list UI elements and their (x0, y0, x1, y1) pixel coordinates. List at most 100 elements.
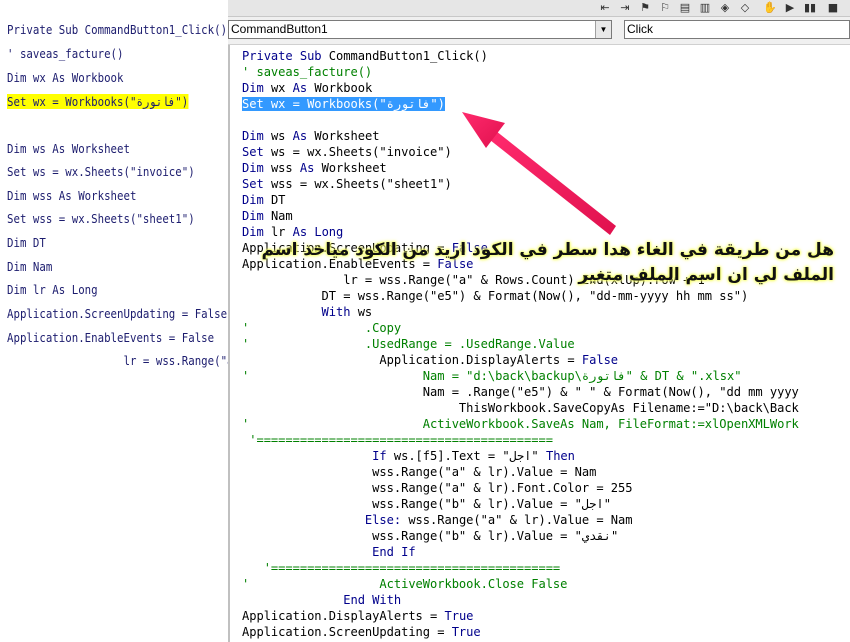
code-text: Worksheet (321, 161, 387, 175)
code-line[interactable]: Nam = .Range("e5") & " " & Format(Now(),… (242, 384, 799, 400)
code-comment: ' .UsedRange = .UsedRange.Value (242, 337, 575, 351)
code-keyword: True (444, 609, 474, 623)
code-editor[interactable]: Private Sub CommandButton1_Click() ' save… (228, 45, 850, 642)
code-line[interactable]: ' Nam = "d:\back\backup\فاتورة" & DT & "… (242, 368, 742, 384)
code-line[interactable]: Dim DT (242, 192, 285, 208)
code-line[interactable]: ' .UsedRange = .UsedRange.Value (242, 336, 575, 352)
code-line[interactable]: End If (242, 544, 416, 560)
code-keyword: As (292, 81, 315, 95)
code-keyword: Dim (242, 209, 271, 223)
code-keyword: End If (242, 545, 416, 559)
code-keyword: End With (242, 593, 402, 607)
left-snippet-line: Private Sub CommandButton1_Click() (7, 22, 228, 37)
code-line[interactable]: If ws.[f5].Text = "اجل" Then (242, 448, 575, 464)
code-text: CommandButton1_Click() (328, 49, 488, 63)
code-line[interactable]: With ws (242, 304, 373, 320)
code-keyword: If (242, 449, 394, 463)
code-keyword: As (292, 129, 315, 143)
code-text: wx (270, 81, 293, 95)
code-line[interactable]: wss.Range("b" & lr).Value = "اجل" (242, 496, 611, 512)
code-line[interactable]: DT = wss.Range("e5") & Format(Now(), "dd… (242, 288, 749, 304)
code-line[interactable]: Application.DisplayAlerts = True (242, 608, 473, 624)
hand-icon[interactable]: ✋ (763, 1, 777, 15)
code-line[interactable]: '=======================================… (242, 432, 553, 448)
next-bookmark-icon[interactable]: ⚐ (658, 1, 672, 15)
left-snippet-line: Dim DT (7, 235, 46, 250)
code-line[interactable]: Set wx = Workbooks("فاتورة") (242, 96, 445, 112)
reset-icon[interactable]: ■ (826, 1, 840, 15)
code-keyword: Dim (242, 161, 271, 175)
code-line[interactable]: ' ActiveWorkbook.SaveAs Nam, FileFormat:… (242, 416, 799, 432)
left-snippet-line: Dim ws As Worksheet (7, 141, 130, 156)
code-text: wss.Range("a" & lr).Font.Color = 255 (242, 481, 633, 495)
code-text: ThisWorkbook.SaveCopyAs Filename:="D:\ba… (242, 401, 799, 415)
code-text: wss.Range("b" & lr).Value = "اجل" (242, 497, 611, 511)
code-text: ws.[f5].Text = "اجل" (393, 449, 546, 463)
left-code-snippet-pane: Private Sub CommandButton1_Click() ' save… (0, 0, 228, 642)
code-text: lr (270, 225, 293, 239)
left-snippet-line: Application.ScreenUpdating = False (7, 306, 228, 321)
code-keyword: Dim (242, 81, 271, 95)
question-overlay-text: هل من طريقة في الغاء هدا سطر في الكود ار… (261, 240, 834, 285)
code-text: wss.Range("a" & lr).Value = Nam (408, 513, 633, 527)
left-snippet-line: Application.EnableEvents = False (7, 330, 215, 345)
run-icon[interactable]: ▶ (783, 1, 797, 15)
code-keyword: Dim (242, 193, 271, 207)
code-line[interactable]: ' ActiveWorkbook.Close False (242, 576, 567, 592)
object-dropdown-value: CommandButton1 (231, 22, 328, 36)
code-line[interactable]: wss.Range("a" & lr).Value = Nam (242, 464, 596, 480)
code-line[interactable]: Set wss = wx.Sheets("sheet1") (242, 176, 452, 192)
break-icon[interactable]: ▮▮ (803, 1, 817, 15)
chevron-down-icon[interactable]: ▼ (595, 21, 611, 38)
code-comment: ' saveas_facture() (242, 65, 373, 79)
left-snippet-line: Set ws = wx.Sheets("invoice") (7, 164, 195, 179)
code-line[interactable]: Dim wx As Workbook (242, 80, 372, 96)
indent-icon[interactable]: ⇤ (598, 1, 612, 15)
code-keyword: As (299, 161, 322, 175)
uncomment-block-icon[interactable]: ▥ (698, 1, 712, 15)
code-line[interactable]: Dim Nam (242, 208, 293, 224)
code-keyword: Dim (242, 225, 271, 239)
code-keyword: Else: (242, 513, 409, 527)
code-line[interactable]: End With (242, 592, 401, 608)
code-keyword: Dim (242, 129, 271, 143)
left-snippet-line: Dim lr As Long (7, 282, 98, 297)
bookmark-icon[interactable]: ⚑ (638, 1, 652, 15)
code-keyword: As Long (292, 225, 344, 239)
object-dropdown[interactable]: CommandButton1 ▼ (228, 20, 612, 39)
left-snippet-line: Dim Nam (7, 259, 53, 274)
code-line[interactable]: Dim wss As Worksheet (242, 160, 387, 176)
toolbar: ⇤ ⇥ ⚑ ⚐ ▤ ▥ ◈ ◇ ✋ ▶ ▮▮ ■ (228, 0, 850, 17)
code-line[interactable]: '=======================================… (242, 560, 561, 576)
code-line[interactable]: wss.Range("b" & lr).Value = "نقدي" (242, 528, 618, 544)
outdent-icon[interactable]: ⇥ (618, 1, 632, 15)
code-line[interactable]: ThisWorkbook.SaveCopyAs Filename:="D:\ba… (242, 400, 799, 416)
code-keyword: False (581, 353, 619, 367)
code-text: ws (270, 129, 293, 143)
code-text: ws = wx.Sheets("invoice") (270, 145, 452, 159)
left-snippet-line: Dim wss As Worksheet (7, 188, 137, 203)
code-line[interactable]: Set ws = wx.Sheets("invoice") (242, 144, 452, 160)
comment-block-icon[interactable]: ▤ (678, 1, 692, 15)
code-line[interactable]: Private Sub CommandButton1_Click() (242, 48, 488, 64)
code-text: wss.Range("a" & lr).Value = Nam (242, 465, 597, 479)
left-snippet-line: lr = wss.Range("a" & Rows (123, 353, 228, 368)
code-text: Nam = .Range("e5") & " " & Format(Now(),… (242, 385, 799, 399)
left-snippet-line: Dim wx As Workbook (7, 70, 124, 85)
code-line[interactable]: ' .Copy (242, 320, 401, 336)
code-text: Worksheet (314, 129, 380, 143)
clear-bookmarks-icon[interactable]: ◇ (738, 1, 752, 15)
code-text: Workbook (314, 81, 373, 95)
code-line[interactable]: Application.DisplayAlerts = False (242, 352, 618, 368)
toggle-bookmark-icon[interactable]: ◈ (718, 1, 732, 15)
code-comment: ' .Copy (242, 321, 402, 335)
code-line[interactable]: Else: wss.Range("a" & lr).Value = Nam (242, 512, 633, 528)
code-line[interactable]: Dim ws As Worksheet (242, 128, 379, 144)
code-keyword: Set (242, 145, 271, 159)
procedure-dropdown[interactable]: Click (624, 20, 850, 39)
code-comment: ' Nam = "d:\back\backup\فاتورة" & DT & "… (242, 369, 742, 383)
code-line[interactable]: ' saveas_facture() (242, 64, 372, 80)
left-snippet-line: Set wss = wx.Sheets("sheet1") (7, 211, 195, 226)
code-line[interactable]: Application.ScreenUpdating = True (242, 624, 481, 640)
code-line[interactable]: wss.Range("a" & lr).Font.Color = 255 (242, 480, 632, 496)
